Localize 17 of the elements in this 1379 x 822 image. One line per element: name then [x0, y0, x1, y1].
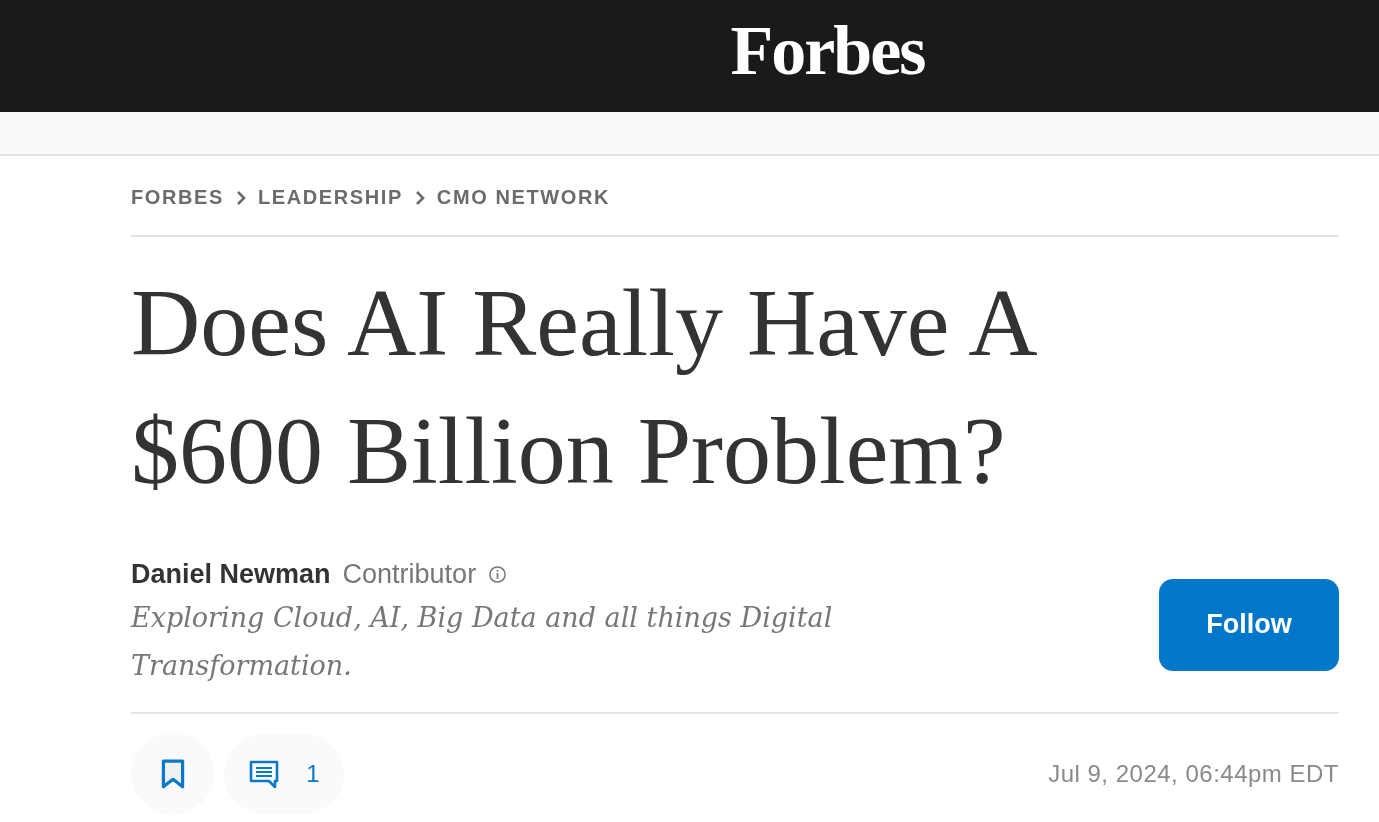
comment-count: 1 — [306, 759, 320, 788]
chevron-icon — [414, 189, 425, 206]
headline: Does AI Really Have A $600 Billion Problem? — [131, 268, 1034, 506]
author-role: Contributor — [342, 559, 477, 590]
breadcrumb-link[interactable]: CMO NETWORK — [436, 186, 610, 209]
publish-date: Jul 9, 2024, 06:44pm EDT — [1048, 759, 1339, 788]
breadcrumb-link[interactable]: LEADERSHIP — [257, 186, 403, 209]
follow-button[interactable]: Follow — [1159, 578, 1339, 671]
author-name[interactable]: Daniel Newman — [131, 559, 331, 590]
comments-button[interactable]: 1 — [224, 733, 344, 814]
breadcrumb-link[interactable]: FORBES — [131, 186, 224, 209]
author-bio: Exploring Cloud, AI, Big Data and all things Digital Transformation. — [131, 601, 834, 683]
bookmark-icon — [159, 757, 186, 790]
chevron-icon — [235, 189, 246, 206]
comment-icon — [248, 758, 281, 789]
info-icon[interactable] — [488, 565, 508, 584]
logo[interactable]: Forbes — [730, 16, 925, 86]
